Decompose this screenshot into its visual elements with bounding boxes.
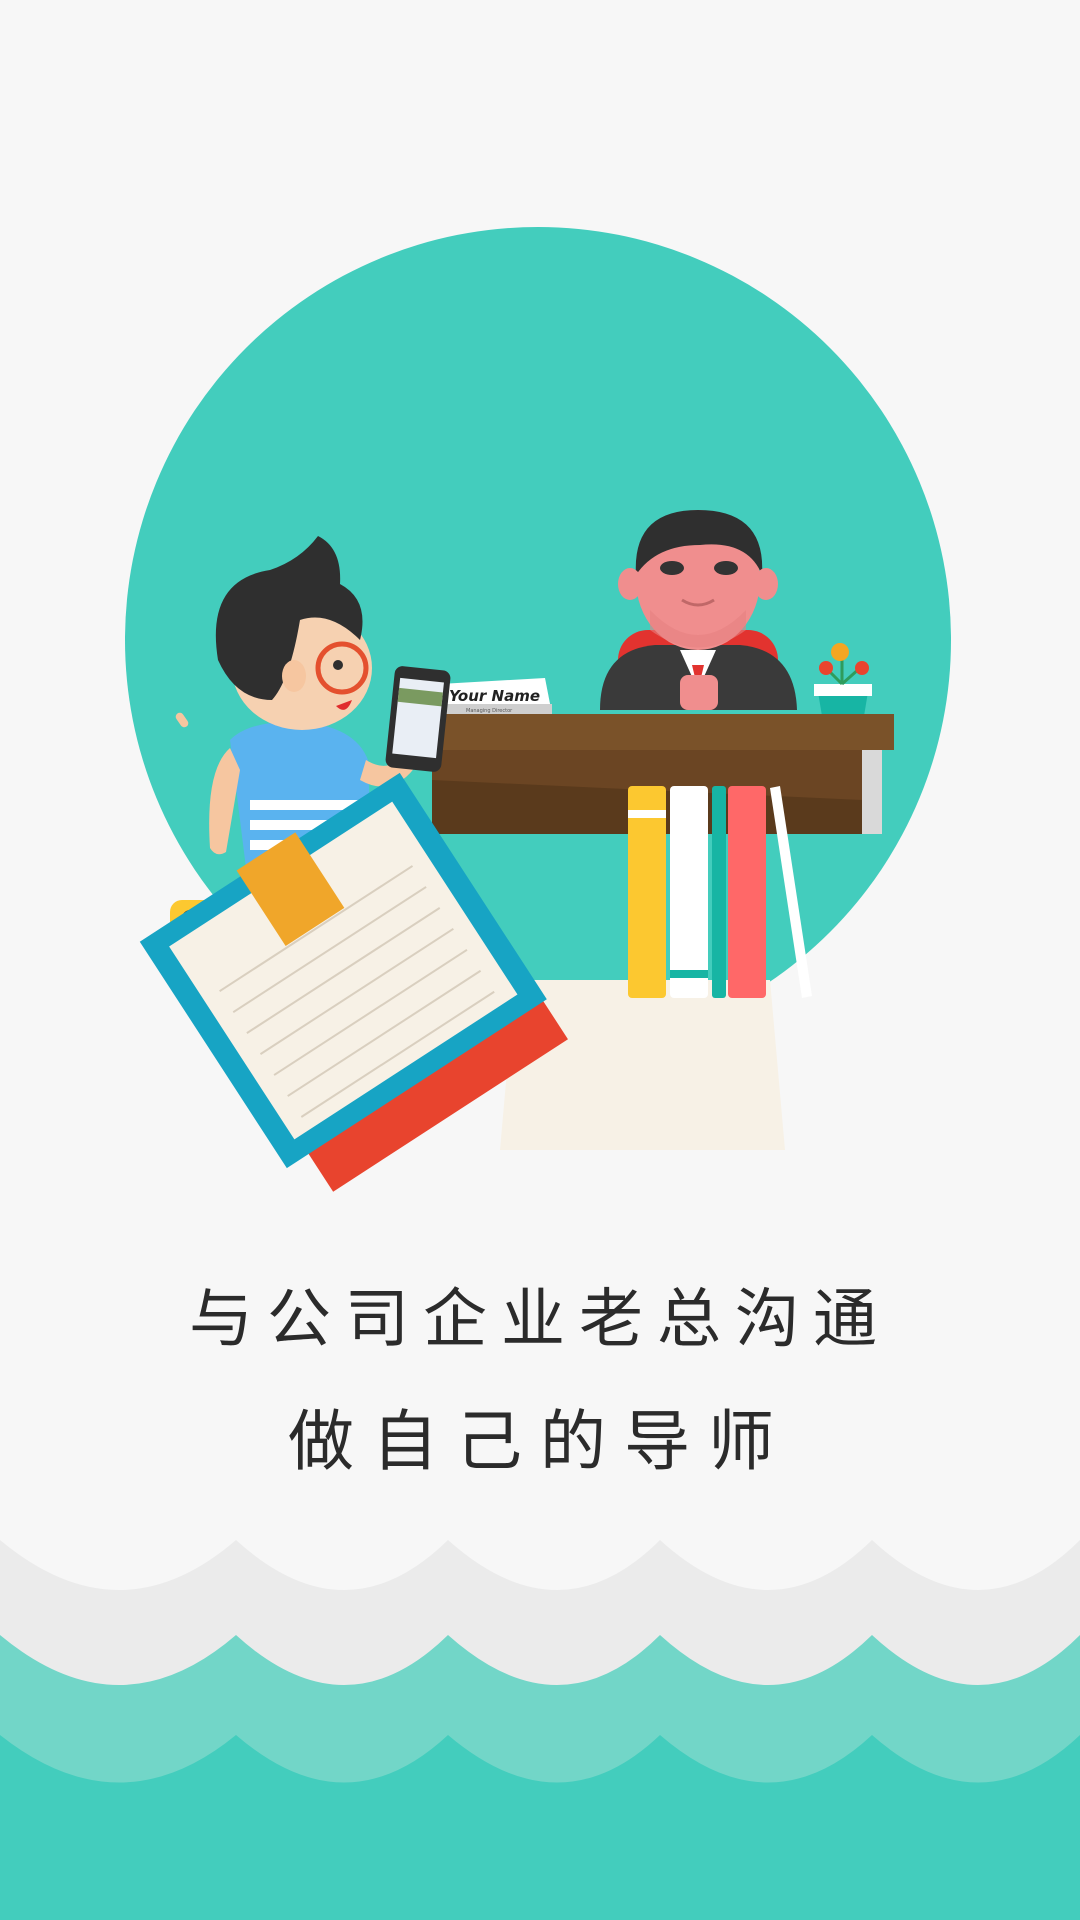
mentor-illustration: Your Name Managing Director xyxy=(125,227,951,1192)
headline-line1: 与公司企业老总沟通 xyxy=(189,1283,891,1357)
name-plate-subtext: Managing Director xyxy=(466,708,513,714)
name-plate-text: Your Name xyxy=(449,687,540,705)
splash-screen: Your Name Managing Director 与公司企业老总沟通 做自… xyxy=(0,0,1080,1920)
book-red xyxy=(728,786,766,998)
headline-line2: 做自己的导师 xyxy=(288,1403,792,1480)
desk-top xyxy=(432,714,894,750)
book-teal xyxy=(712,786,726,998)
wave-footer xyxy=(0,1540,1080,1920)
book-white xyxy=(670,786,708,998)
